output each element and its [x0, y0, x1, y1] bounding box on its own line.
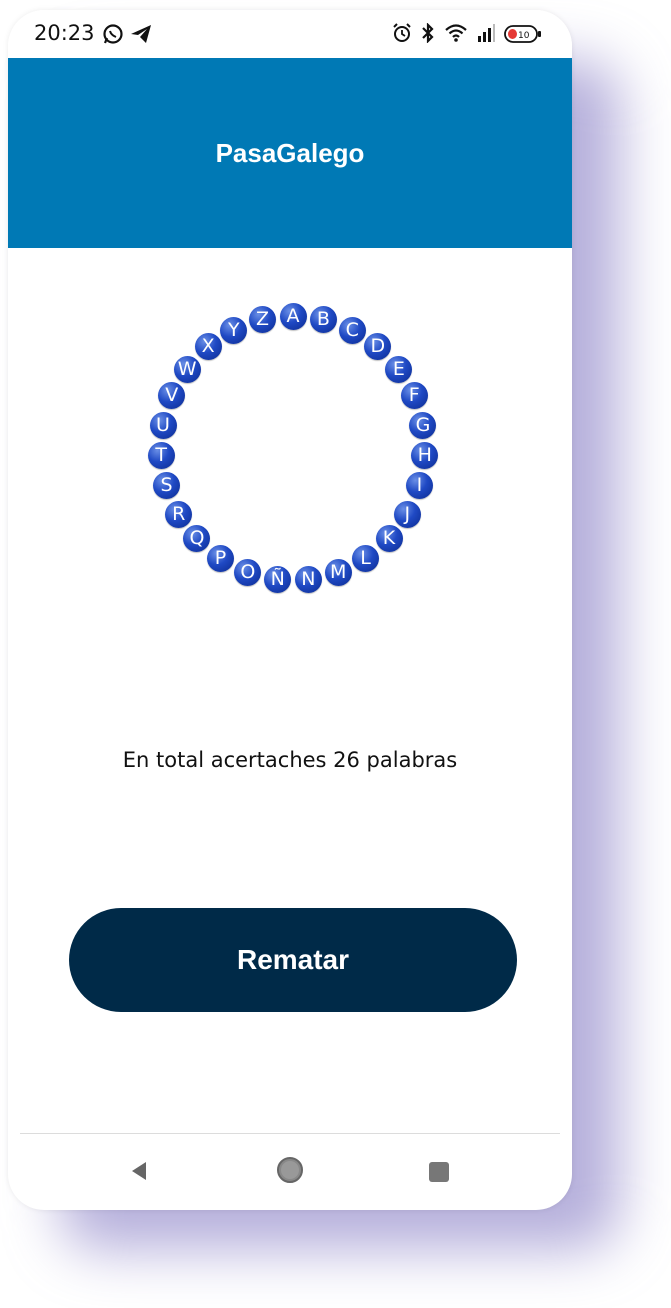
signal-icon: [476, 23, 496, 47]
letter-b: B: [309, 306, 337, 334]
letter-n: N: [294, 565, 322, 593]
letter-y: Y: [220, 316, 248, 344]
alarm-icon: [392, 23, 412, 47]
letter-j: J: [393, 500, 421, 528]
home-icon[interactable]: [276, 1156, 304, 1188]
letter-c: C: [338, 316, 366, 344]
bluetooth-icon: [420, 22, 436, 47]
app-header: PasaGalego: [8, 58, 572, 248]
letter-o: O: [234, 558, 262, 586]
letter-nn: Ñ: [264, 565, 292, 593]
phone-screen: 20:23 10 PasaGalego ABCDEFGHIJKLMNÑOPQRS…: [8, 10, 572, 1210]
recents-icon[interactable]: [428, 1161, 450, 1187]
letter-a: A: [279, 302, 307, 330]
battery-icon: 10: [504, 25, 542, 47]
letter-k: K: [375, 525, 403, 553]
letter-i: I: [405, 472, 433, 500]
letter-d: D: [364, 333, 392, 361]
rematar-button[interactable]: Rematar: [69, 908, 517, 1012]
back-icon[interactable]: [128, 1160, 150, 1186]
letter-v: V: [158, 382, 186, 410]
letter-p: P: [206, 544, 234, 572]
letter-l: L: [352, 544, 380, 572]
letter-m: M: [324, 558, 352, 586]
letter-x: X: [194, 333, 222, 361]
letter-s: S: [153, 472, 181, 500]
letter-t: T: [147, 442, 175, 470]
whatsapp-icon: [102, 23, 124, 49]
letter-g: G: [409, 411, 437, 439]
svg-text:10: 10: [518, 31, 530, 41]
letter-u: U: [149, 411, 177, 439]
letter-wheel: ABCDEFGHIJKLMNÑOPQRSTUVWXYZ: [133, 288, 453, 608]
status-time: 20:23: [34, 21, 95, 45]
system-nav-bar: [8, 1134, 572, 1210]
status-bar: 20:23 10: [8, 10, 572, 58]
letter-f: F: [400, 382, 428, 410]
telegram-icon: [130, 23, 152, 49]
letter-h: H: [411, 442, 439, 470]
result-message: En total acertaches 26 palabras: [122, 748, 458, 772]
wifi-icon: [444, 23, 468, 47]
letter-r: R: [165, 500, 193, 528]
letter-q: Q: [183, 525, 211, 553]
letter-w: W: [173, 355, 201, 383]
letter-e: E: [385, 355, 413, 383]
letter-z: Z: [249, 306, 277, 334]
app-title: PasaGalego: [215, 138, 365, 168]
